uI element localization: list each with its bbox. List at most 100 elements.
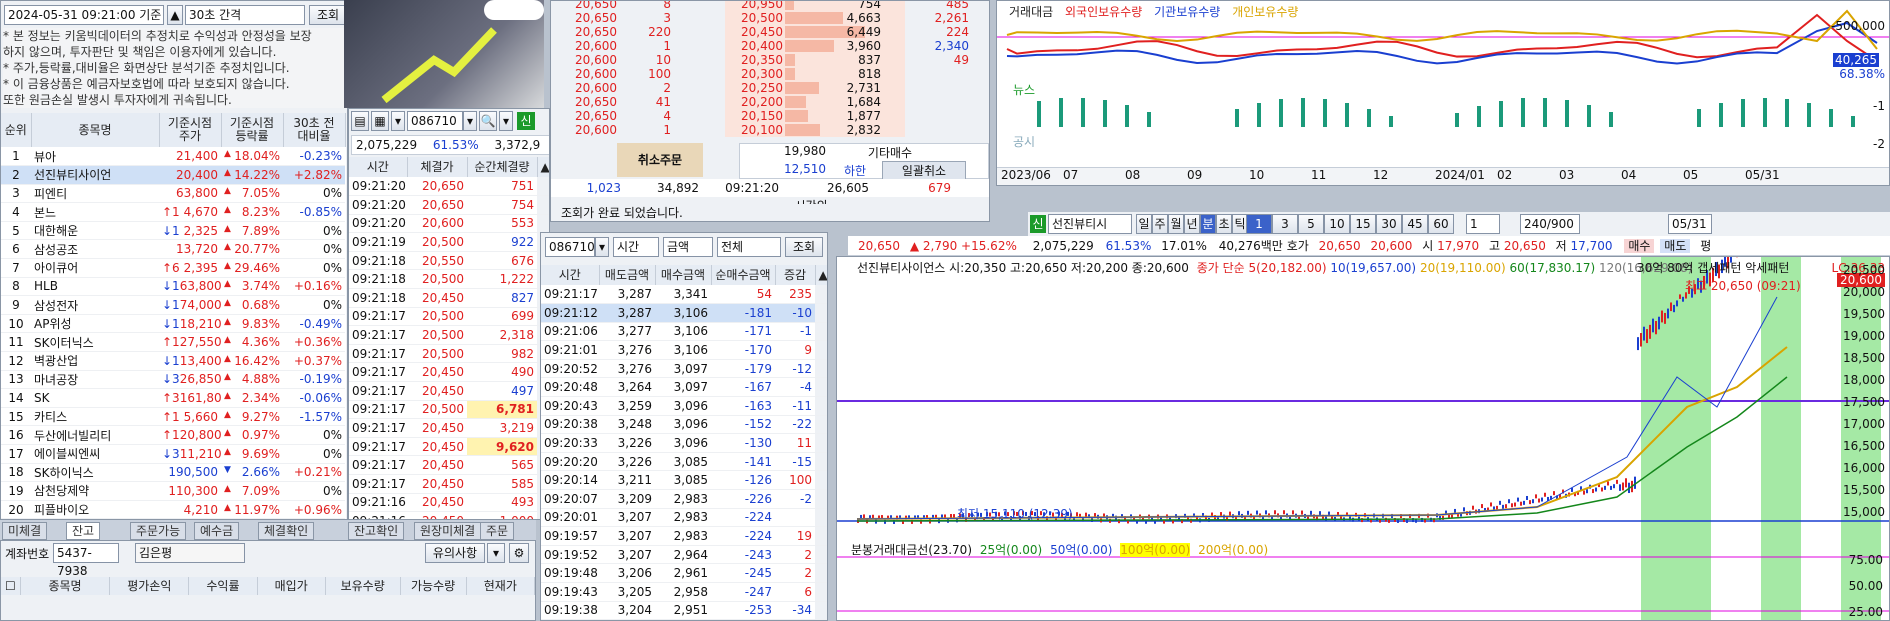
bottom-tab[interactable]: 체결확인 <box>258 522 315 540</box>
rank-stock-name[interactable]: 선진뷰티사이언 <box>31 165 159 185</box>
prog-col[interactable]: 매도금액 <box>599 265 656 285</box>
prog-row[interactable]: 09:21:17 3,287 3,341 54 235 <box>541 285 827 305</box>
prog-col[interactable]: 증감 <box>775 265 816 285</box>
bottom-tab[interactable]: 잔고 <box>66 522 101 540</box>
rank-stock-name[interactable]: 대한해운 <box>31 221 159 241</box>
rank-stock-name[interactable]: 마녀공장 <box>31 370 159 390</box>
chart-date-field[interactable]: 05/31 <box>1668 214 1712 234</box>
period-button[interactable]: 초 <box>1216 214 1232 234</box>
minute-button[interactable]: 10 <box>1324 214 1350 234</box>
holdings-col[interactable]: 수익률 <box>188 577 258 595</box>
prog-row[interactable]: 09:20:01 3,207 2,983 -224 <box>541 508 827 528</box>
rank-row[interactable]: 18 SK하이닉스 190,500 ▼ 2.66% +0.21% <box>1 463 345 483</box>
prog-row[interactable]: 09:20:43 3,259 3,096 -163 -11 <box>541 396 827 416</box>
minute-button[interactable]: 45 <box>1402 214 1428 234</box>
prog-row[interactable]: 09:21:06 3,277 3,106 -171 -1 <box>541 322 827 342</box>
rank-row[interactable]: 6 삼성공조 13,720 ▲ 20.77% 0% <box>1 239 345 260</box>
rank-stock-name[interactable]: 두산에너빌리티 <box>31 425 159 445</box>
prog-row[interactable]: 09:19:48 3,206 2,961 -245 2 <box>541 563 827 583</box>
minute-button[interactable]: 60 <box>1428 214 1454 234</box>
rank-stock-name[interactable]: 피플바이오 <box>31 500 159 519</box>
minute-button[interactable]: 5 <box>1298 214 1324 234</box>
chart-buy-button[interactable]: 매수 <box>1624 239 1655 253</box>
prog-opt-amount[interactable]: 금액 <box>663 237 713 257</box>
prog-col[interactable]: 시간 <box>541 265 600 285</box>
minute-button[interactable]: 3 <box>1272 214 1298 234</box>
holdings-col[interactable]: 현재가 <box>466 577 535 595</box>
tick-tab[interactable]: 잔고확인 <box>348 522 405 540</box>
prog-row[interactable]: 09:19:43 3,205 2,958 -247 6 <box>541 582 827 602</box>
period-button[interactable]: 년 <box>1184 214 1200 234</box>
account-number-field[interactable]: 5437-7938 <box>53 543 119 578</box>
rank-stock-name[interactable]: 카티스 <box>31 407 159 427</box>
period-button[interactable]: 주 <box>1152 214 1168 234</box>
rank-stock-name[interactable]: 아이큐어 <box>31 258 159 278</box>
holdings-col[interactable]: 매입가 <box>257 577 326 595</box>
bulk-cancel-button[interactable]: 일괄취소 <box>882 161 966 180</box>
rank-row[interactable]: 13 마녀공장 ↓3 26,850 ▲ 4.88% -0.19% <box>1 370 345 390</box>
prog-code-field[interactable]: 086710 <box>545 237 595 257</box>
period-button[interactable]: 월 <box>1168 214 1184 234</box>
custom-num-field[interactable]: 1 <box>1466 214 1500 234</box>
col-rank[interactable]: 순위 <box>1 113 32 147</box>
prog-row[interactable]: 09:19:52 3,207 2,964 -243 2 <box>541 545 827 565</box>
rank-stock-name[interactable]: 삼성공조 <box>31 239 159 260</box>
warn-dropdown[interactable]: ▾ <box>487 543 505 563</box>
bottom-tab[interactable]: 주문가능 <box>130 522 187 540</box>
tick-col-qty[interactable]: 순간체결량 <box>467 157 538 177</box>
cancel-order-label[interactable]: 취소주문 <box>617 143 703 177</box>
search-button[interactable]: 🔍 <box>479 111 497 131</box>
holdings-col[interactable]: 종목명 <box>20 577 111 595</box>
prog-row[interactable]: 09:20:20 3,226 3,085 -141 -15 <box>541 452 827 472</box>
rank-stock-name[interactable]: 뷰아 <box>31 147 159 167</box>
col-diff[interactable]: 30초 전 대비율 <box>283 113 346 147</box>
rank-row[interactable]: 20 피플바이오 4,210 ▲ 11.97% +0.96% <box>1 500 345 519</box>
rank-row[interactable]: 9 삼성전자 ↓1 74,000 ▲ 0.68% 0% <box>1 295 345 315</box>
prog-col[interactable]: 매수금액 <box>655 265 712 285</box>
rank-row[interactable]: 14SK↑3161,800▲ 2.34%-0.06% <box>1 388 345 408</box>
prog-opt-all[interactable]: 전체 <box>717 237 781 257</box>
rank-row[interactable]: 2 선진뷰티사이언 20,400 ▲ 14.22% +2.82% <box>1 165 345 185</box>
prog-code-dropdown[interactable]: ▾ <box>595 237 609 257</box>
tick-col-price[interactable]: 체결가 <box>407 157 468 177</box>
rank-stock-name[interactable]: AP위성 <box>31 314 159 334</box>
interval-select[interactable]: 30초 간격 <box>185 5 305 25</box>
rank-row[interactable]: 4 본느 ↑1 4,670 ▲ 8.23% -0.85% <box>1 202 345 222</box>
prog-row[interactable]: 09:20:07 3,209 2,983 -226 -2 <box>541 489 827 509</box>
rank-stock-name[interactable]: 본느 <box>31 202 159 222</box>
rank-stock-name[interactable]: SK하이닉스 <box>31 463 159 483</box>
tick-col-time[interactable]: 시간 <box>349 157 408 177</box>
minute-button[interactable]: 30 <box>1376 214 1402 234</box>
prog-row[interactable]: 09:20:14 3,211 3,085 -126 100 <box>541 470 827 491</box>
rank-row[interactable]: 8 HLB ↓1 63,800 ▲ 3.74% +0.16% <box>1 277 345 297</box>
rank-stock-name[interactable]: SK이터닉스 <box>31 332 159 353</box>
prog-col[interactable]: 순매수금액 <box>711 265 776 285</box>
bottom-tab[interactable]: 미체결 <box>2 522 48 540</box>
rank-row[interactable]: 15 카티스 ↑1 5,660 ▲ 9.27% -1.57% <box>1 407 345 427</box>
period-button[interactable]: 분 <box>1200 214 1216 234</box>
period-button[interactable]: 일 <box>1136 214 1152 234</box>
date-field[interactable]: 2024-05-31 09:21:00 기준 <box>4 5 164 25</box>
bottom-tab[interactable]: 예수금 <box>194 522 240 540</box>
rank-stock-name[interactable]: 피엔티 <box>31 184 159 204</box>
holdings-col[interactable]: 가능수량 <box>400 577 467 595</box>
tick-dropdown[interactable]: ▾ <box>499 111 513 131</box>
col-rate[interactable]: 기준시점 등락률 <box>221 113 284 147</box>
select-all-checkbox[interactable]: ☐ <box>1 577 21 595</box>
prog-opt-time[interactable]: 시간 <box>613 237 659 257</box>
rank-row[interactable]: 12 벽광산업 ↓1 13,400 ▲ 16.42% +0.37% <box>1 351 345 371</box>
gear-button[interactable]: ⚙ <box>509 543 529 563</box>
interval-spin[interactable]: ▲ <box>167 5 183 25</box>
col-name[interactable]: 종목명 <box>31 113 160 147</box>
rank-row[interactable]: 11 SK이터닉스 ↑1 27,550 ▲ 4.36% +0.36% <box>1 332 345 353</box>
prog-row[interactable]: 09:20:33 3,226 3,096 -130 11 <box>541 433 827 453</box>
rank-row[interactable]: 5 대한해운 ↓1 2,325 ▲ 7.89% 0% <box>1 221 345 241</box>
rank-row[interactable]: 19 삼천당제약 110,300 ▲ 7.09% 0% <box>1 481 345 501</box>
minute-button[interactable]: 1 <box>1246 214 1272 234</box>
tick-tab[interactable]: 원장미체결 <box>414 522 482 540</box>
holdings-col[interactable]: 평가손익 <box>109 577 190 595</box>
prog-row[interactable]: 09:21:01 3,276 3,106 -170 9 <box>541 340 827 360</box>
prog-row[interactable]: 09:19:38 3,204 2,951 -253 -34 <box>541 601 827 620</box>
prog-query-button[interactable]: 조회 <box>785 237 823 257</box>
rank-stock-name[interactable]: 삼성전자 <box>31 295 159 315</box>
